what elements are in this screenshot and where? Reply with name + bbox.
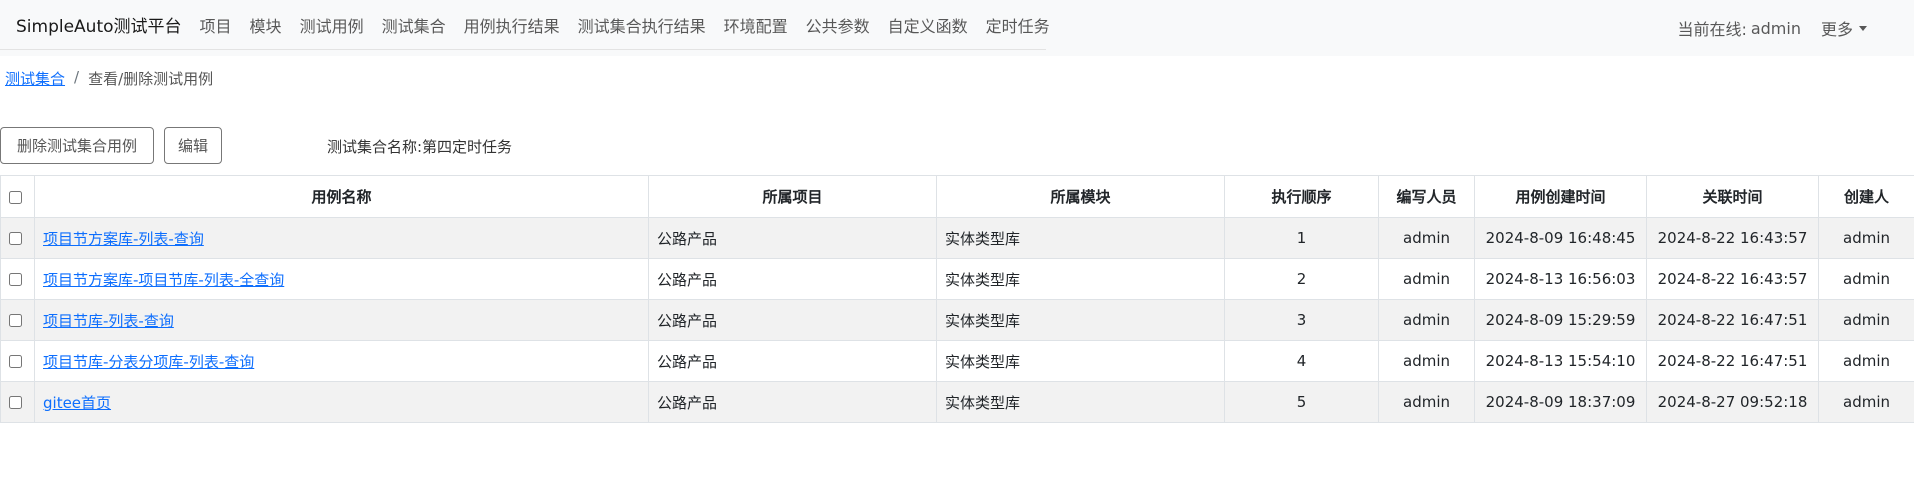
writer-cell: admin: [1378, 299, 1475, 341]
module-cell: 实体类型库: [936, 340, 1225, 382]
nav-link-suite-results[interactable]: 测试集合执行结果: [578, 13, 706, 37]
case-name-link[interactable]: 项目节方案库-列表-查询: [43, 230, 204, 248]
nav-link-case-results[interactable]: 用例执行结果: [464, 13, 560, 37]
module-cell: 实体类型库: [936, 381, 1225, 423]
table-row: 项目节方案库-项目节库-列表-全查询 公路产品 实体类型库 2 admin 20…: [0, 258, 1914, 300]
order-cell: 4: [1224, 340, 1379, 382]
header-linked: 关联时间: [1646, 175, 1819, 218]
row-checkbox[interactable]: [9, 396, 22, 409]
brand-link[interactable]: SimpleAuto测试平台: [16, 12, 182, 37]
delete-suite-cases-button[interactable]: 删除测试集合用例: [0, 127, 154, 164]
case-name-link[interactable]: 项目节库-分表分项库-列表-查询: [43, 353, 254, 371]
nav-link-public-params[interactable]: 公共参数: [806, 13, 870, 37]
nav-link-env-config[interactable]: 环境配置: [724, 13, 788, 37]
creator-cell: admin: [1818, 340, 1914, 382]
created-cell: 2024-8-09 16:48:45: [1474, 217, 1647, 259]
project-cell: 公路产品: [648, 299, 937, 341]
select-all-cell: [0, 175, 35, 218]
module-cell: 实体类型库: [936, 299, 1225, 341]
nav-left: SimpleAuto测试平台 项目 模块 测试用例 测试集合 用例执行结果 测试…: [0, 0, 1050, 50]
more-label: 更多: [1820, 20, 1853, 39]
suite-name-label: 测试集合名称:第四定时任务: [327, 138, 513, 156]
module-cell: 实体类型库: [936, 217, 1225, 259]
row-checkbox-cell: [0, 299, 35, 341]
header-created: 用例创建时间: [1474, 175, 1647, 218]
nav-link-modules[interactable]: 模块: [250, 13, 282, 37]
row-checkbox-cell: [0, 340, 35, 382]
order-cell: 1: [1224, 217, 1379, 259]
row-checkbox[interactable]: [9, 232, 22, 245]
breadcrumb-current: 查看/删除测试用例: [88, 70, 214, 88]
online-user: admin: [1750, 18, 1801, 38]
creator-cell: admin: [1818, 217, 1914, 259]
linked-cell: 2024-8-22 16:43:57: [1646, 258, 1819, 300]
online-label: 当前在线:: [1677, 20, 1747, 39]
created-cell: 2024-8-09 18:37:09: [1474, 381, 1647, 423]
created-cell: 2024-8-13 15:54:10: [1474, 340, 1647, 382]
more-dropdown[interactable]: 更多: [1821, 16, 1867, 40]
row-checkbox-cell: [0, 381, 35, 423]
row-checkbox[interactable]: [9, 355, 22, 368]
edit-button[interactable]: 编辑: [164, 127, 222, 164]
created-cell: 2024-8-09 15:29:59: [1474, 299, 1647, 341]
breadcrumb: 测试集合 / 查看/删除测试用例: [5, 68, 213, 89]
linked-cell: 2024-8-22 16:43:57: [1646, 217, 1819, 259]
nav-link-projects[interactable]: 项目: [200, 13, 232, 37]
creator-cell: admin: [1818, 381, 1914, 423]
row-checkbox[interactable]: [9, 273, 22, 286]
nav-link-test-cases[interactable]: 测试用例: [300, 13, 364, 37]
row-checkbox-cell: [0, 258, 35, 300]
header-order: 执行顺序: [1224, 175, 1379, 218]
project-cell: 公路产品: [648, 340, 937, 382]
chevron-down-icon: [1859, 25, 1867, 31]
order-cell: 3: [1224, 299, 1379, 341]
creator-cell: admin: [1818, 299, 1914, 341]
table-row: 项目节库-分表分项库-列表-查询 公路产品 实体类型库 4 admin 2024…: [0, 340, 1914, 382]
test-cases-table: 用例名称 所属项目 所属模块 执行顺序 编写人员 用例创建时间 关联时间 创建人…: [0, 175, 1914, 423]
case-name-link[interactable]: 项目节库-列表-查询: [43, 312, 174, 330]
nav-link-scheduled-tasks[interactable]: 定时任务: [986, 13, 1050, 37]
nav-right: 当前在线: admin 更多: [1677, 0, 1867, 56]
table-row: gitee首页 公路产品 实体类型库 5 admin 2024-8-09 18:…: [0, 381, 1914, 423]
table-header-row: 用例名称 所属项目 所属模块 执行顺序 编写人员 用例创建时间 关联时间 创建人: [0, 175, 1914, 218]
header-project: 所属项目: [648, 175, 937, 218]
table-row: 项目节方案库-列表-查询 公路产品 实体类型库 1 admin 2024-8-0…: [0, 217, 1914, 259]
nav-link-custom-functions[interactable]: 自定义函数: [888, 13, 968, 37]
writer-cell: admin: [1378, 217, 1475, 259]
breadcrumb-test-suites-link[interactable]: 测试集合: [5, 68, 65, 89]
row-checkbox[interactable]: [9, 314, 22, 327]
writer-cell: admin: [1378, 258, 1475, 300]
header-creator: 创建人: [1818, 175, 1914, 218]
created-cell: 2024-8-13 16:56:03: [1474, 258, 1647, 300]
case-name-link[interactable]: 项目节方案库-项目节库-列表-全查询: [43, 271, 284, 289]
navbar: SimpleAuto测试平台 项目 模块 测试用例 测试集合 用例执行结果 测试…: [0, 0, 1914, 56]
header-module: 所属模块: [936, 175, 1225, 218]
linked-cell: 2024-8-22 16:47:51: [1646, 340, 1819, 382]
linked-cell: 2024-8-22 16:47:51: [1646, 299, 1819, 341]
project-cell: 公路产品: [648, 381, 937, 423]
order-cell: 2: [1224, 258, 1379, 300]
module-cell: 实体类型库: [936, 258, 1225, 300]
select-all-checkbox[interactable]: [9, 190, 22, 204]
breadcrumb-separator: /: [74, 68, 80, 86]
table-row: 项目节库-列表-查询 公路产品 实体类型库 3 admin 2024-8-09 …: [0, 299, 1914, 341]
row-checkbox-cell: [0, 217, 35, 259]
header-case-name: 用例名称: [34, 175, 649, 218]
writer-cell: admin: [1378, 381, 1475, 423]
order-cell: 5: [1224, 381, 1379, 423]
writer-cell: admin: [1378, 340, 1475, 382]
nav-link-test-suites[interactable]: 测试集合: [382, 13, 446, 37]
linked-cell: 2024-8-27 09:52:18: [1646, 381, 1819, 423]
case-name-link[interactable]: gitee首页: [43, 394, 111, 412]
creator-cell: admin: [1818, 258, 1914, 300]
header-writer: 编写人员: [1378, 175, 1475, 218]
project-cell: 公路产品: [648, 258, 937, 300]
project-cell: 公路产品: [648, 217, 937, 259]
